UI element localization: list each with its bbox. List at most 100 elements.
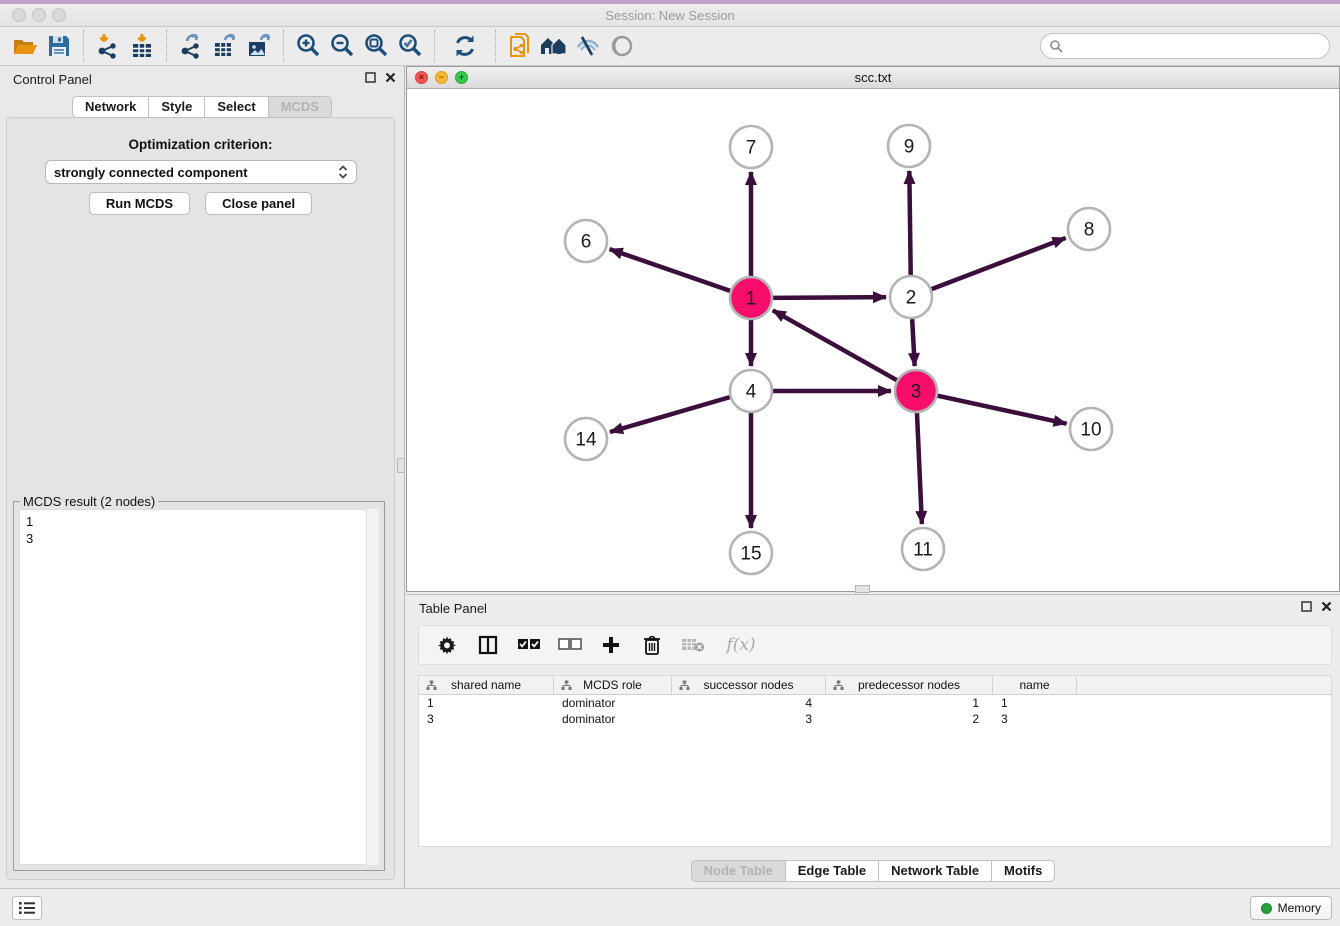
criterion-dropdown-value: strongly connected component: [54, 165, 338, 180]
open-session-button[interactable]: [8, 29, 42, 63]
show-all-button[interactable]: [605, 29, 639, 63]
delete-table-button[interactable]: [681, 633, 705, 657]
graph-node-11[interactable]: 11: [902, 528, 944, 570]
toolbar-separator: [283, 30, 284, 62]
column-header-shared-name[interactable]: shared name: [419, 676, 554, 694]
network-window-title: scc.txt: [407, 70, 1339, 85]
application-window: Session: New Session: [0, 0, 1340, 926]
vertical-splitter-handle[interactable]: [397, 458, 405, 473]
table-tab-network-table[interactable]: Network Table: [879, 860, 992, 882]
table-settings-button[interactable]: [435, 633, 459, 657]
export-table-button[interactable]: [208, 29, 242, 63]
graph-node-9[interactable]: 9: [888, 125, 930, 167]
zoom-selected-button[interactable]: [393, 29, 427, 63]
graph-edge-4-14[interactable]: [610, 397, 730, 432]
delete-table-icon: [681, 637, 705, 653]
export-network-button[interactable]: [174, 29, 208, 63]
tab-select[interactable]: Select: [205, 96, 268, 118]
close-panel-icon[interactable]: [385, 72, 396, 83]
column-header-mcds-role[interactable]: MCDS role: [554, 676, 672, 694]
table-toolbar: f(x): [418, 625, 1332, 665]
graph-node-15[interactable]: 15: [730, 532, 772, 574]
graph-node-label: 15: [740, 544, 761, 565]
graph-node-14[interactable]: 14: [565, 418, 607, 460]
zoom-fit-button[interactable]: [359, 29, 393, 63]
table-row[interactable]: 3dominator323: [419, 711, 1331, 727]
save-session-button[interactable]: [42, 29, 76, 63]
list-icon: [18, 900, 36, 916]
search-input[interactable]: [1068, 36, 1329, 56]
table-tab-node-table[interactable]: Node Table: [691, 860, 786, 882]
graph-node-label: 9: [904, 137, 915, 158]
import-table-button[interactable]: [125, 29, 159, 63]
graph-node-8[interactable]: 8: [1068, 208, 1110, 250]
select-all-rows-button[interactable]: [517, 633, 541, 657]
import-network-icon: [94, 32, 122, 60]
run-mcds-button[interactable]: Run MCDS: [89, 192, 190, 215]
graph-node-label: 7: [746, 138, 757, 159]
save-floppy-icon: [46, 33, 72, 59]
hide-selected-button[interactable]: [571, 29, 605, 63]
graph-edge-3-10[interactable]: [937, 396, 1066, 424]
column-header-predecessor-nodes[interactable]: predecessor nodes: [826, 676, 993, 694]
graph-edge-2-3[interactable]: [912, 319, 915, 366]
graph-node-10[interactable]: 10: [1070, 408, 1112, 450]
float-panel-icon[interactable]: [1301, 601, 1312, 612]
memory-status-dot: [1261, 903, 1272, 914]
graph-node-7[interactable]: 7: [730, 126, 772, 168]
first-neighbors-button[interactable]: [537, 29, 571, 63]
import-table-icon: [128, 32, 156, 60]
deselect-all-rows-button[interactable]: [558, 633, 582, 657]
graph-edge-2-8[interactable]: [932, 238, 1066, 289]
close-panel-icon[interactable]: [1321, 601, 1332, 612]
task-history-button[interactable]: [12, 896, 42, 920]
toolbar-separator: [495, 30, 496, 62]
network-graph-canvas[interactable]: 7 9 6 8 1 2 4 3 14 10 15 11: [407, 89, 1339, 591]
graph-node-1[interactable]: 1: [730, 277, 772, 319]
table-cell-shared-name: 3: [419, 711, 554, 727]
tab-network[interactable]: Network: [72, 96, 149, 118]
graph-node-4[interactable]: 4: [730, 370, 772, 412]
table-tab-edge-table[interactable]: Edge Table: [786, 860, 879, 882]
delete-column-button[interactable]: [640, 633, 664, 657]
table-row[interactable]: 1dominator411: [419, 695, 1331, 711]
zoom-in-button[interactable]: [291, 29, 325, 63]
plus-icon: [601, 635, 621, 655]
add-column-button[interactable]: [599, 633, 623, 657]
zoom-out-button[interactable]: [325, 29, 359, 63]
table-cell-name: 1: [993, 695, 1077, 711]
graph-node-6[interactable]: 6: [565, 220, 607, 262]
graph-node-2[interactable]: 2: [890, 276, 932, 318]
result-scrollbar[interactable]: [366, 509, 379, 865]
trash-icon: [642, 634, 662, 656]
document-network-icon: [506, 32, 534, 60]
import-network-button[interactable]: [91, 29, 125, 63]
table-tab-motifs[interactable]: Motifs: [992, 860, 1055, 882]
export-table-icon: [211, 32, 239, 60]
control-panel-tabs: NetworkStyleSelectMCDS: [0, 96, 404, 118]
function-fx-icon: f(x): [726, 635, 755, 655]
column-header-successor-nodes[interactable]: successor nodes: [672, 676, 826, 694]
memory-button[interactable]: Memory: [1250, 896, 1332, 920]
graph-edge-1-2[interactable]: [773, 297, 886, 298]
graph-edge-3-11[interactable]: [917, 413, 922, 524]
graph-edge-3-1[interactable]: [773, 310, 897, 380]
horizontal-splitter-handle[interactable]: [855, 585, 870, 593]
network-window-titlebar[interactable]: × − + scc.txt: [407, 67, 1339, 89]
apply-function-button[interactable]: f(x): [722, 633, 760, 657]
export-image-button[interactable]: [242, 29, 276, 63]
graph-edge-1-6[interactable]: [610, 249, 731, 291]
tab-style[interactable]: Style: [149, 96, 205, 118]
column-header-name[interactable]: name: [993, 676, 1077, 694]
graph-edge-2-9[interactable]: [909, 171, 910, 275]
mcds-result-title: MCDS result (2 nodes): [20, 494, 158, 509]
apply-layout-button[interactable]: [448, 29, 482, 63]
float-panel-icon[interactable]: [365, 72, 376, 83]
new-network-from-selection-button[interactable]: [503, 29, 537, 63]
criterion-dropdown[interactable]: strongly connected component: [45, 160, 357, 184]
tab-mcds[interactable]: MCDS: [269, 96, 332, 118]
show-columns-button[interactable]: [476, 633, 500, 657]
column-label: shared name: [451, 678, 521, 692]
close-panel-button[interactable]: Close panel: [205, 192, 312, 215]
graph-node-3[interactable]: 3: [895, 370, 937, 412]
